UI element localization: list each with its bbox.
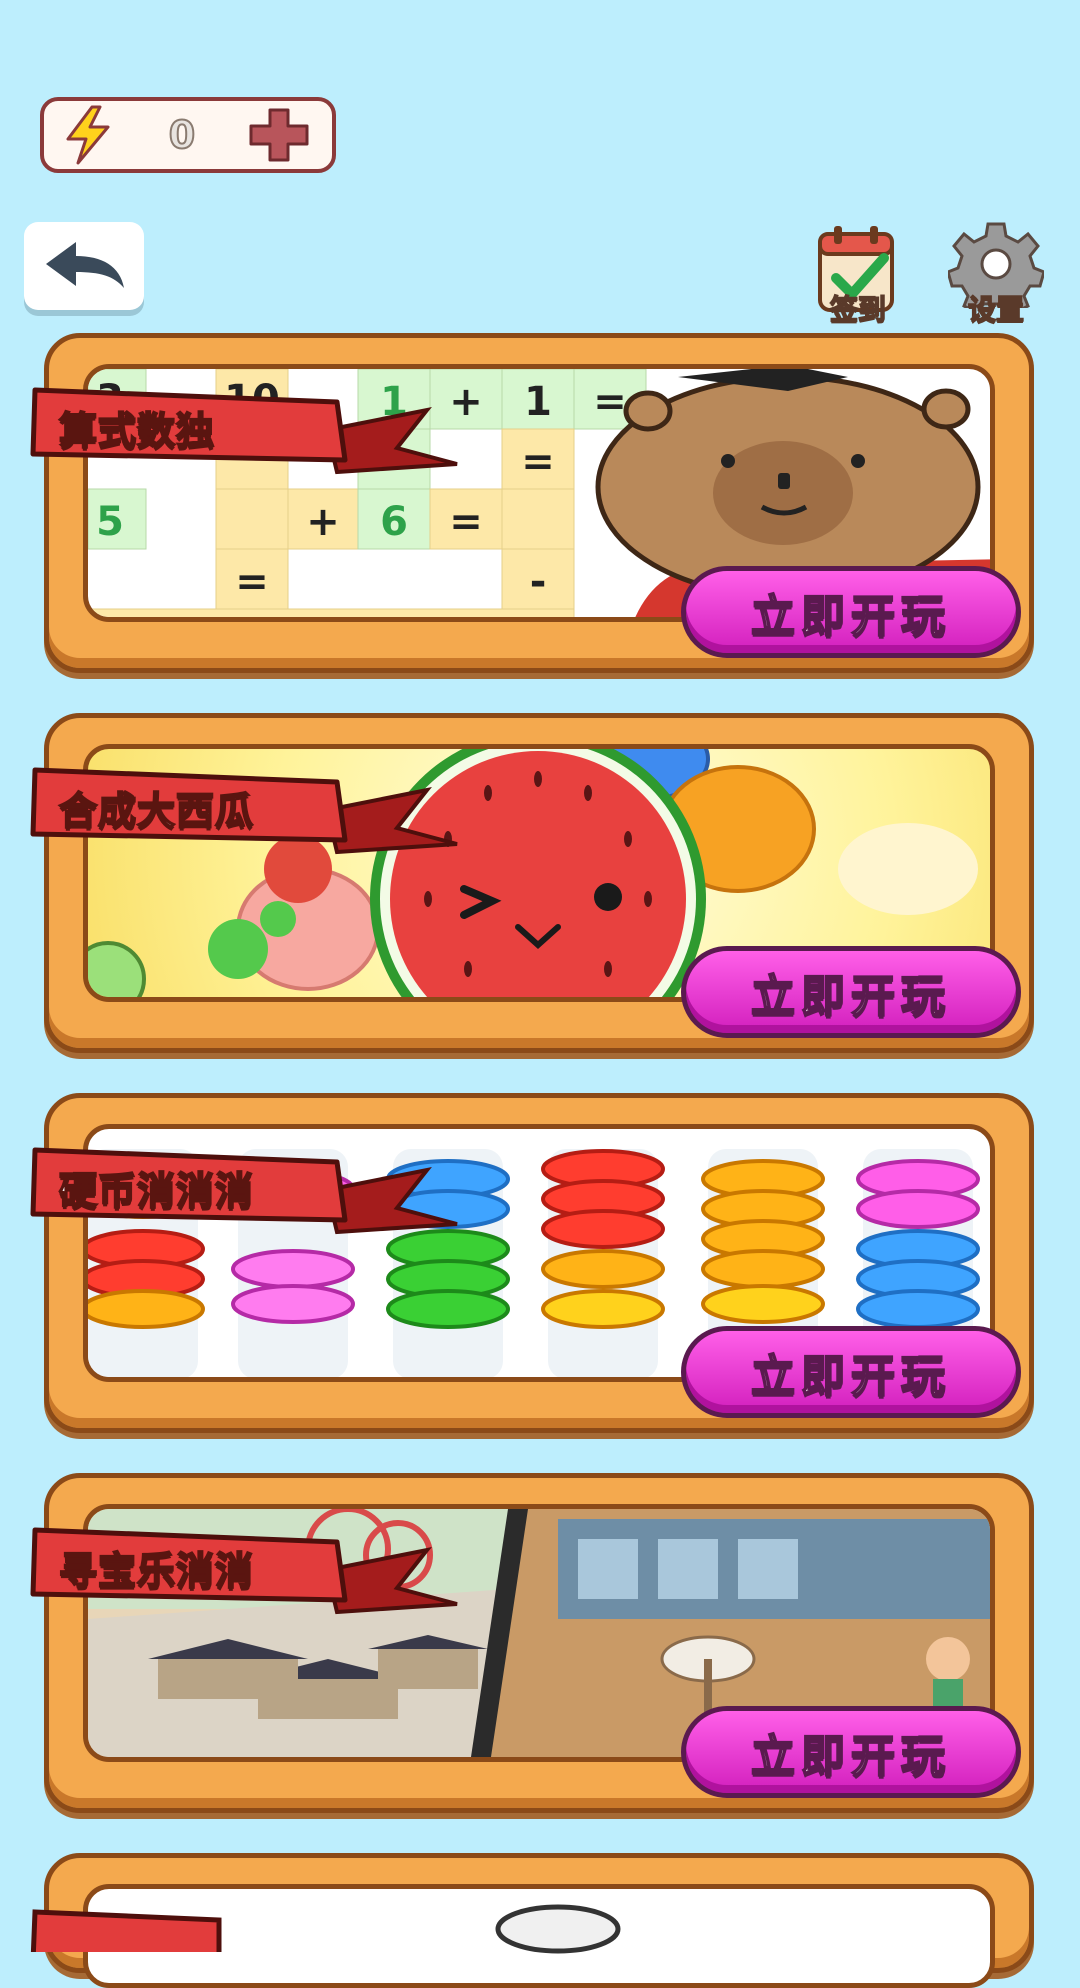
play-now-button[interactable]: 立即开玩 — [681, 1326, 1021, 1418]
play-now-button[interactable]: 立即开玩 — [681, 946, 1021, 1038]
game-title: 算式数独 — [58, 408, 216, 454]
game-title: 寻宝乐消消 — [58, 1548, 255, 1594]
sudoku-cell: = — [593, 379, 627, 425]
game-title-ribbon: 寻宝乐消消 — [27, 1508, 467, 1618]
sudoku-cell: 1 — [524, 379, 552, 425]
sudoku-cell: + — [306, 499, 340, 545]
sudoku-cell: - — [530, 559, 547, 605]
game-card-coin-match[interactable]: 硬币消消消 立即开玩 — [30, 1093, 1034, 1433]
energy-bar: 0 — [40, 97, 336, 173]
sudoku-cell: 5 — [96, 499, 124, 545]
game-title: 合成大西瓜 — [58, 788, 255, 834]
settings-label: 设置 — [967, 292, 1025, 327]
lightning-icon — [66, 105, 110, 165]
sudoku-cell: = — [521, 439, 555, 485]
game-card-treasure-hunt[interactable]: 寻宝乐消消 立即开玩 — [30, 1473, 1034, 1813]
game-title-ribbon: 合成大西瓜 — [27, 748, 467, 858]
play-now-button[interactable]: 立即开玩 — [681, 1706, 1021, 1798]
add-energy-button[interactable] — [248, 107, 310, 163]
back-arrow-icon — [46, 242, 124, 288]
back-button[interactable] — [24, 222, 144, 310]
play-now-button[interactable]: 立即开玩 — [681, 566, 1021, 658]
game-card-watermelon[interactable]: 合成大西瓜 立即开玩 — [30, 713, 1034, 1053]
game-title-ribbon: 硬币消消消 — [27, 1128, 467, 1238]
settings-button[interactable]: 设置 — [946, 222, 1046, 327]
game-title: 硬币消消消 — [58, 1168, 255, 1214]
game-title-ribbon: 算式数独 — [27, 368, 467, 478]
energy-count: 0 — [168, 112, 196, 158]
game-title-ribbon — [29, 1892, 229, 1965]
sudoku-cell: 6 — [380, 499, 408, 545]
sudoku-cell: = — [449, 499, 483, 545]
game-card-partial[interactable] — [30, 1853, 1034, 1988]
game-card-math-sudoku[interactable]: 3 10 1 + 1 = = = 5 + — [30, 333, 1034, 673]
signin-button[interactable]: 签到 — [808, 222, 908, 327]
signin-label: 签到 — [829, 292, 887, 327]
sudoku-cell: = — [235, 559, 269, 605]
